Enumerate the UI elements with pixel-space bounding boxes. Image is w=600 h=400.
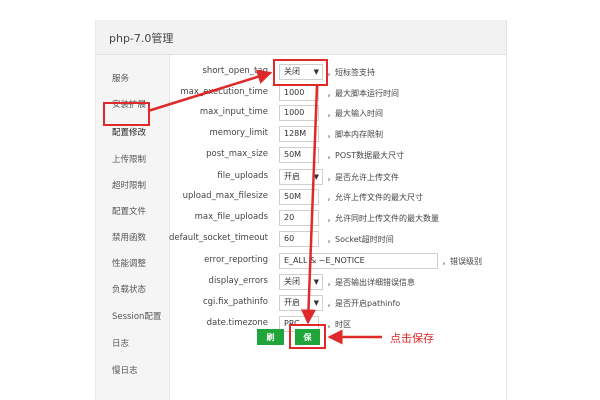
setting-label-short-open-tag: short_open_tag [202, 66, 269, 76]
window-title: php-7.0管理 [109, 32, 174, 45]
sidebar-item-disabled-functions[interactable]: 禁用函数 [112, 231, 146, 243]
setting-label-file-uploads: file_uploads [217, 171, 268, 181]
setting-desc-memory-limit: ，脚本内存限制 [327, 130, 383, 139]
setting-label-date-timezone: date.timezone [206, 318, 268, 328]
sidebar-item-load-status[interactable]: 负载状态 [112, 283, 146, 295]
display-errors-value: 关闭 [284, 277, 300, 286]
setting-label-default-socket-timeout: default_socket_timeout [168, 233, 268, 243]
sidebar-item-config-edit[interactable]: 配置修改 [112, 126, 146, 138]
short-open-tag-select[interactable]: 关闭 ▼ [279, 64, 323, 80]
sidebar-item-log[interactable]: 日志 [112, 337, 129, 349]
window-titlebar: php-7.0管理 [96, 20, 506, 55]
sidebar-item-install-extension[interactable]: 安装扩展 [112, 98, 146, 110]
setting-desc-short-open-tag: ，短标签支持 [327, 68, 375, 77]
max-input-time-input[interactable]: 1000 [279, 105, 319, 121]
post-max-size-input[interactable]: 50M [279, 147, 319, 163]
caret-down-icon: ▼ [313, 299, 319, 307]
setting-desc-max-file-uploads: ，允许同时上传文件的最大数量 [327, 214, 439, 223]
file-uploads-select[interactable]: 开启 ▼ [279, 169, 323, 185]
setting-desc-upload-max-filesize: ，允许上传文件的最大尺寸 [327, 193, 423, 202]
upload-max-filesize-input[interactable]: 50M [279, 189, 319, 205]
sidebar-item-session-config[interactable]: Session配置 [112, 310, 161, 322]
setting-desc-file-uploads: ，是否允许上传文件 [327, 173, 399, 182]
setting-label-post-max-size: post_max_size [206, 149, 268, 159]
max-execution-time-input[interactable]: 1000 [279, 85, 319, 101]
sidebar-item-slow-log[interactable]: 慢日志 [112, 364, 138, 376]
setting-desc-max-execution-time: ，最大脚本运行时间 [327, 89, 399, 98]
caret-down-icon: ▼ [313, 68, 319, 76]
setting-desc-post-max-size: ，POST数据最大尺寸 [327, 151, 405, 160]
setting-label-upload-max-filesize: upload_max_filesize [182, 191, 268, 201]
setting-desc-display-errors: ，是否输出详细错误信息 [327, 278, 415, 287]
setting-desc-max-input-time: ，最大输入时间 [327, 109, 383, 118]
sidebar: 服务 安装扩展 配置修改 上传限制 超时限制 配置文件 禁用函数 性能调整 负载… [96, 55, 170, 400]
save-button[interactable]: 保存 [295, 329, 320, 358]
caret-down-icon: ▼ [313, 278, 319, 286]
setting-label-display-errors: display_errors [208, 276, 268, 286]
setting-desc-cgi-fix-pathinfo: ，是否开启pathinfo [327, 299, 401, 308]
memory-limit-input[interactable]: 128M [279, 126, 319, 142]
cgi-fix-pathinfo-value: 开启 [284, 298, 300, 307]
setting-desc-date-timezone: ，时区 [327, 320, 351, 329]
setting-desc-default-socket-timeout: ，Socket超时时间 [327, 235, 394, 244]
setting-label-cgi-fix-pathinfo: cgi.fix_pathinfo [202, 297, 268, 307]
max-file-uploads-input[interactable]: 20 [279, 210, 319, 226]
short-open-tag-value: 关闭 [284, 67, 300, 76]
annotation-click-save: 点击保存 [390, 332, 434, 345]
caret-down-icon: ▼ [313, 173, 319, 181]
setting-label-error-reporting: error_reporting [204, 255, 268, 265]
setting-desc-error-reporting: ，错误级别 [442, 257, 482, 266]
default-socket-timeout-input[interactable]: 60 [279, 231, 319, 247]
sidebar-item-service[interactable]: 服务 [112, 72, 129, 84]
error-reporting-input[interactable]: E_ALL & ~E_NOTICE [279, 253, 438, 269]
setting-label-max-execution-time: max_execution_time [180, 87, 268, 97]
file-uploads-value: 开启 [284, 172, 300, 181]
sidebar-item-config-file[interactable]: 配置文件 [112, 205, 146, 217]
sidebar-item-performance[interactable]: 性能调整 [112, 257, 146, 269]
refresh-button[interactable]: 刷新 [257, 329, 284, 358]
cgi-fix-pathinfo-select[interactable]: 开启 ▼ [279, 295, 323, 311]
setting-label-max-file-uploads: max_file_uploads [194, 212, 268, 222]
display-errors-select[interactable]: 关闭 ▼ [279, 274, 323, 290]
sidebar-item-upload-limit[interactable]: 上传限制 [112, 153, 146, 165]
setting-label-max-input-time: max_input_time [199, 107, 268, 117]
setting-label-memory-limit: memory_limit [209, 128, 268, 138]
sidebar-item-timeout-limit[interactable]: 超时限制 [112, 179, 146, 191]
